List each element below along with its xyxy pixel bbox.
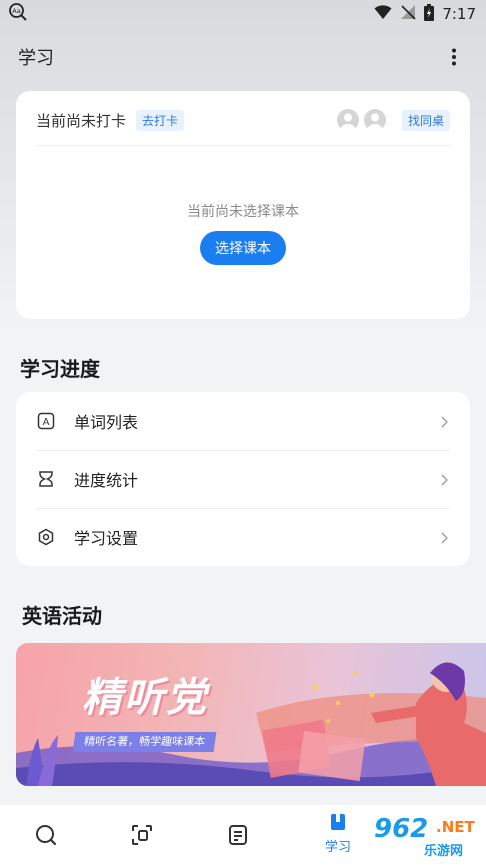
avatar — [363, 109, 386, 131]
deskmate-avatars — [336, 109, 386, 131]
wifi-icon — [374, 4, 392, 24]
nav-scan[interactable] — [122, 817, 162, 857]
search-icon — [34, 823, 58, 851]
watermark-main: 962 — [374, 814, 429, 844]
learn-icon — [327, 812, 349, 836]
no-book-text: 当前尚未选择课本 — [187, 204, 299, 220]
menu-item-label: 进度统计 — [74, 471, 139, 490]
hourglass-icon — [36, 469, 56, 489]
nav-search[interactable] — [26, 817, 66, 857]
more-vertical-icon[interactable] — [442, 45, 466, 69]
activities-section-title: 英语活动 — [22, 604, 102, 628]
page-title: 学习 — [18, 48, 54, 69]
menu-item-study-settings[interactable]: 学习设置 — [36, 508, 450, 566]
clock-time: 7:17 — [442, 5, 476, 23]
nav-document[interactable] — [218, 817, 258, 857]
status-bar: Aa 7:17 — [0, 0, 486, 28]
svg-text:A: A — [43, 417, 50, 428]
activity-banner[interactable]: 精听党 精听名著，畅学趣味课本 — [16, 643, 486, 786]
checkin-button[interactable]: 去打卡 — [136, 109, 185, 131]
chevron-right-icon — [438, 530, 450, 544]
app-header: 学习 — [0, 40, 486, 74]
no-signal-icon — [400, 4, 416, 24]
nav-learn[interactable]: 学习 — [318, 812, 358, 855]
watermark-sub: 乐游网 — [424, 844, 464, 859]
menu-item-progress-stats[interactable]: 进度统计 — [36, 450, 450, 508]
watermark-net: .NET — [436, 818, 475, 836]
select-book-button[interactable]: 选择课本 — [200, 231, 286, 265]
word-list-icon: A — [36, 411, 56, 431]
checkin-card: 当前尚未打卡 去打卡 找同桌 当前尚未选择课本 选择课本 — [16, 91, 470, 319]
divider — [36, 145, 450, 146]
svg-text:Aa: Aa — [12, 7, 20, 15]
progress-section-title: 学习进度 — [20, 357, 100, 381]
checkin-row: 当前尚未打卡 去打卡 找同桌 — [36, 107, 450, 133]
banner-title: 精听党 — [82, 675, 208, 721]
battery-icon — [424, 3, 435, 25]
avatar — [336, 109, 359, 131]
menu-item-label: 学习设置 — [74, 529, 139, 548]
progress-card: A 单词列表 进度统计 学习设置 — [16, 392, 470, 566]
settings-hexagon-icon — [36, 527, 56, 547]
scan-icon — [130, 823, 154, 851]
document-icon — [226, 823, 250, 851]
chevron-right-icon — [438, 472, 450, 486]
nav-learn-label: 学习 — [324, 839, 351, 855]
watermark-logo: 962 .NET 乐游网 — [360, 812, 486, 864]
chevron-right-icon — [438, 414, 450, 428]
menu-item-label: 单词列表 — [74, 413, 139, 432]
find-deskmate-button[interactable]: 找同桌 — [401, 109, 450, 131]
font-size-search-icon: Aa — [8, 2, 28, 26]
menu-item-word-list[interactable]: A 单词列表 — [36, 392, 450, 450]
banner-subtitle: 精听名著，畅学趣味课本 — [72, 732, 217, 752]
checkin-status-text: 当前尚未打卡 — [36, 111, 127, 130]
